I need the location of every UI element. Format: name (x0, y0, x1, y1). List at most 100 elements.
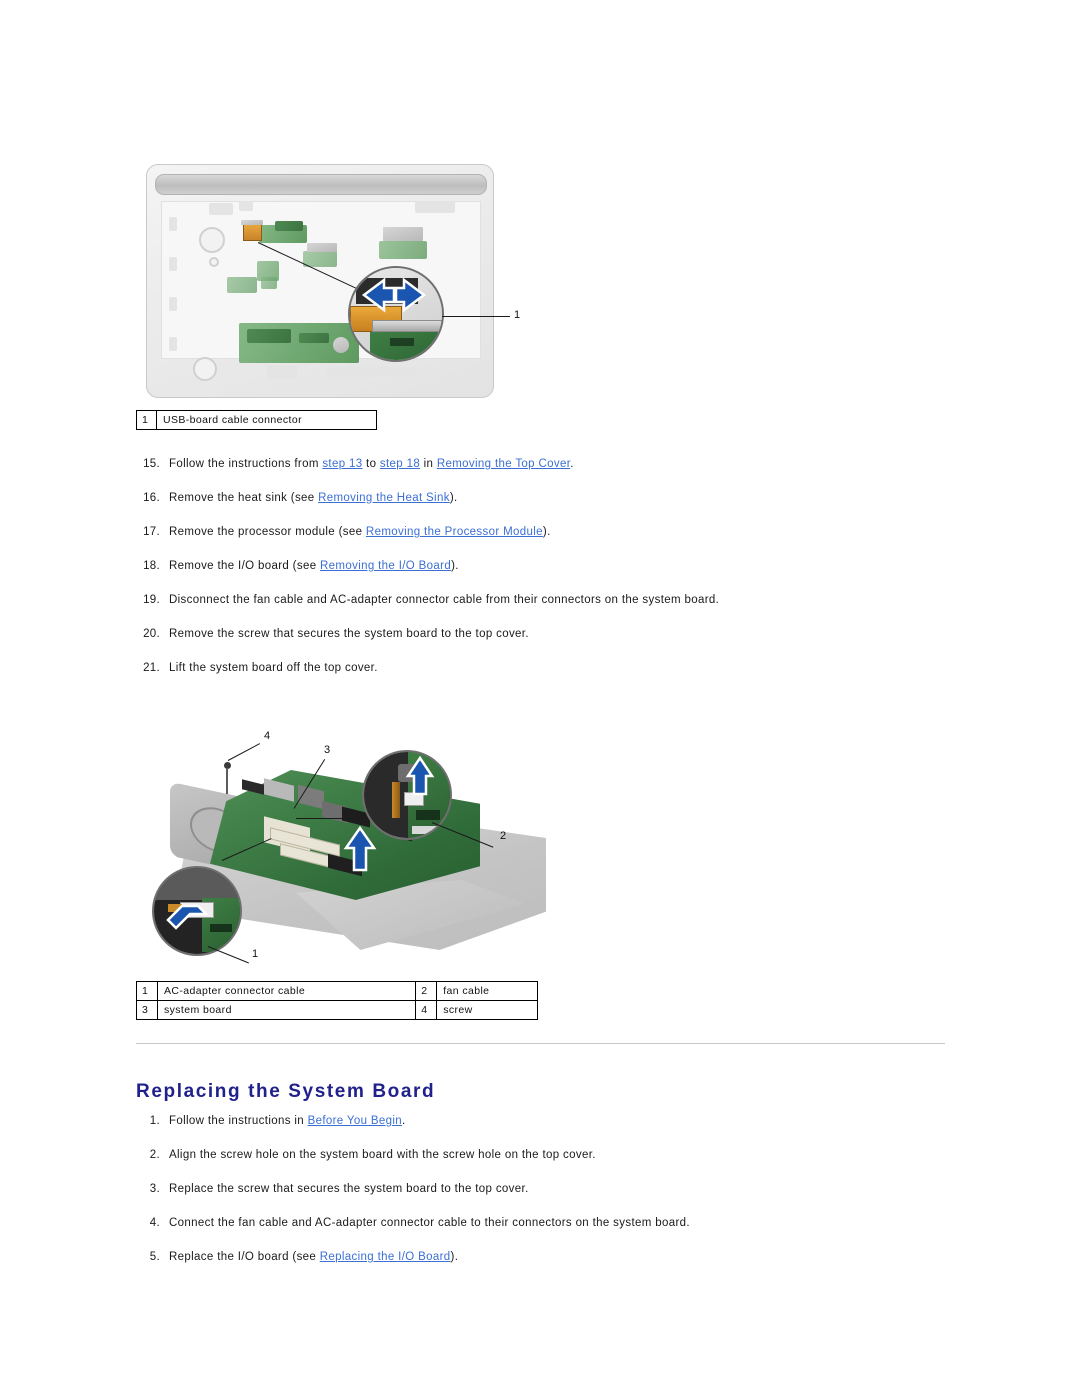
arrow-up-icon (405, 755, 435, 796)
callout-leader-4 (227, 743, 261, 761)
chassis-feature (209, 203, 233, 215)
removal-step-item: 16. Remove the heat sink (see Removing th… (136, 490, 976, 524)
page-title: Replacing the System Board (136, 1080, 436, 1102)
callout-number-1: 1 (252, 948, 259, 960)
palmrest-feature (327, 367, 417, 377)
table-row: 3 system board 4 screw (136, 1000, 538, 1020)
step-text: Disconnect the fan cable and AC-adapter … (169, 594, 720, 606)
replacing-step-item: 4. Connect the fan cable and AC-adapter c… (136, 1215, 976, 1249)
document-page: 1 1 USB-board cable connector 15. Follow … (0, 0, 1080, 1397)
screw-hole (199, 227, 225, 253)
arrow-right-icon (394, 277, 427, 313)
step-text: Remove the I/O board (see (169, 560, 321, 572)
step-number: 21. (143, 662, 160, 674)
legend-label: AC-adapter connector cable (156, 981, 417, 1001)
removal-step-item: 21. Lift the system board off the top cov… (136, 660, 976, 694)
inset-fan-cable (362, 750, 452, 840)
standoff (169, 337, 177, 351)
doc-link[interactable]: Removing the Heat Sink (318, 492, 450, 504)
coin-cell-battery (333, 337, 349, 353)
standoff (169, 217, 177, 231)
step-text: Remove the screw that secures the system… (169, 628, 529, 640)
step-text: ). (450, 1251, 459, 1263)
doc-link[interactable]: Before You Begin (308, 1115, 402, 1127)
removal-step-item: 20. Remove the screw that secures the sys… (136, 626, 976, 660)
step-text: ). (451, 560, 459, 572)
inset-usb-board-connector (348, 266, 444, 362)
step-text: Remove the heat sink (see (169, 492, 319, 504)
removal-step-item: 19. Disconnect the fan cable and AC-adapt… (136, 592, 976, 626)
io-board-chip (247, 329, 291, 343)
figure-system-board-removal: 4 3 2 1 (146, 730, 566, 970)
doc-link[interactable]: step 13 (322, 458, 362, 470)
step-text: Align the screw hole on the system board… (169, 1149, 596, 1161)
legend-index: 4 (415, 1000, 438, 1020)
step-text: Follow the instructions from (169, 458, 323, 470)
replacing-step-item: 2. Align the screw hole on the system boa… (136, 1147, 976, 1181)
doc-link[interactable]: Removing the I/O Board (320, 560, 451, 572)
usb-board-ribbon-cable (243, 223, 262, 241)
legend-index: 3 (136, 1000, 158, 1020)
screw-hole (193, 357, 217, 381)
replacing-step-item: 5. Replace the I/O board (see Replacing t… (136, 1249, 976, 1283)
step-text: in (420, 458, 437, 470)
connector-latch (241, 220, 263, 225)
step-number: 5. (149, 1251, 160, 1263)
doc-link[interactable]: Replacing the I/O Board (320, 1251, 451, 1263)
section-divider (136, 1043, 945, 1044)
step-text: to (362, 458, 380, 470)
removal-step-item: 18. Remove the I/O board (see Removing th… (136, 558, 976, 592)
screw-shaft (226, 768, 228, 794)
pcb-fragment (227, 277, 257, 293)
step-number: 1. (149, 1115, 160, 1127)
step-text: . (570, 458, 574, 470)
step-number: 4. (149, 1217, 160, 1229)
legend-label: system board (156, 1000, 417, 1020)
doc-link[interactable]: Removing the Top Cover (437, 458, 570, 470)
replacing-step-item: 3. Replace the screw that secures the sys… (136, 1181, 976, 1215)
doc-link[interactable]: Removing the Processor Module (366, 526, 543, 538)
palmrest-feature (267, 365, 297, 379)
step-text: ). (542, 526, 551, 538)
step-number: 15. (143, 458, 160, 470)
step-text: . (402, 1115, 406, 1127)
table-row: 1 AC-adapter connector cable 2 fan cable (136, 981, 538, 1001)
step-text: Replace the screw that secures the syste… (169, 1183, 529, 1195)
step-number: 16. (143, 492, 160, 504)
replacing-steps-list: 1. Follow the instructions in Before You … (136, 1113, 976, 1283)
removal-step-item: 17. Remove the processor module (see Remo… (136, 524, 976, 558)
legend-index: 1 (136, 410, 157, 430)
figure-usb-board-cable-connector: 1 (146, 164, 538, 398)
step-number: 17. (143, 526, 160, 538)
wlan-board (379, 241, 427, 259)
standoff (169, 257, 177, 271)
chassis-feature (415, 201, 455, 213)
removal-step-item: 15. Follow the instructions from step 13 … (136, 456, 976, 490)
removal-steps-list: 15. Follow the instructions from step 13 … (136, 456, 976, 694)
legend-label: fan cable (436, 981, 538, 1001)
legend-table-figure-one: 1 USB-board cable connector (136, 410, 378, 430)
io-board-chip (299, 333, 329, 343)
arrow-down-left-icon (166, 904, 210, 930)
usb-board-detail (275, 221, 303, 231)
callout-number-4: 4 (264, 730, 271, 742)
screw-hole (209, 257, 219, 267)
step-number: 2. (149, 1149, 160, 1161)
table-row: 1 USB-board cable connector (136, 410, 378, 430)
legend-index: 2 (415, 981, 438, 1001)
inset-ac-adapter-connector-cable (152, 866, 242, 956)
shield-plate (307, 243, 337, 252)
doc-link[interactable]: step 18 (380, 458, 420, 470)
legend-index: 1 (136, 981, 158, 1001)
callout-number-3: 3 (324, 744, 331, 756)
callout-number-2: 2 (500, 830, 507, 842)
callout-number-1: 1 (514, 309, 521, 321)
step-number: 19. (143, 594, 160, 606)
standoff (169, 297, 177, 311)
replacing-step-item: 1. Follow the instructions in Before You … (136, 1113, 976, 1147)
leader-line-to-fan-inset (296, 818, 366, 819)
step-text: Replace the I/O board (see (169, 1251, 320, 1263)
step-text: ). (449, 492, 458, 504)
pcb-fragment (261, 277, 277, 289)
hinge-bar (155, 174, 487, 195)
